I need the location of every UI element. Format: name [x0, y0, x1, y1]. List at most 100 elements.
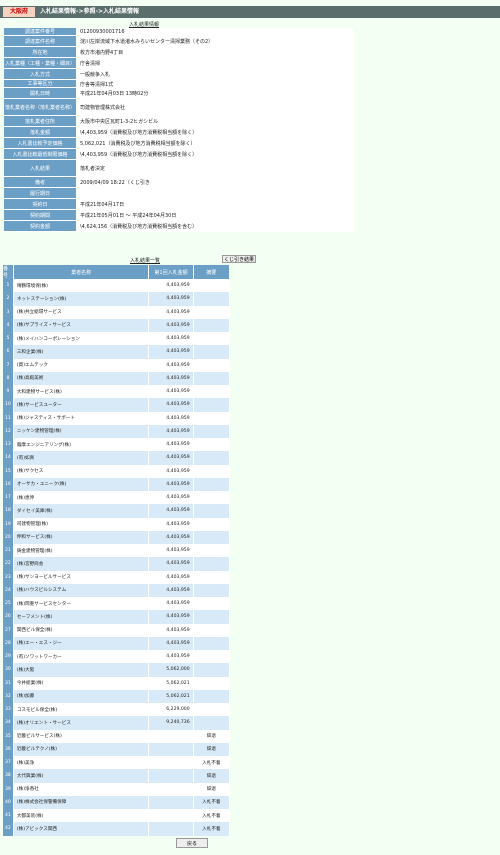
- bid-amount: 4,403,959: [149, 451, 194, 465]
- company-name: オーサカ・ユニーク(株): [13, 477, 150, 491]
- info-value: \4,403,959（消費税及び地方消費税相当額を除く）: [76, 149, 354, 160]
- row-number: 27: [3, 623, 14, 637]
- company-name: ニッケン建物管理(株): [13, 424, 150, 438]
- company-name: (株)浄香社: [13, 782, 150, 796]
- info-value: 司建物管理株式会社: [76, 99, 354, 116]
- table-row: 21 鋳金建物管理(株) 4,403,959: [3, 544, 230, 558]
- row-number: 29: [3, 650, 14, 664]
- company-name: セーフメント(株): [13, 610, 150, 624]
- table-row: 26 セーフメント(株) 4,403,959: [3, 610, 230, 624]
- bid-amount: 5,062,000: [149, 663, 194, 677]
- info-row: 入札書比較予定価格 5,062,021（消費税及び地方消費税相当額を除く）: [4, 138, 354, 149]
- remarks: 入札不着: [193, 756, 230, 770]
- bid-amount: 4,403,959: [149, 557, 194, 571]
- results-title: 入札結果一覧: [130, 258, 161, 264]
- remarks: [193, 650, 230, 664]
- bid-amount: 5,062,021: [149, 689, 194, 703]
- row-number: 4: [3, 318, 14, 332]
- remarks: 辞退: [193, 782, 230, 796]
- remarks: [193, 398, 230, 412]
- company-name: 薩摩エンジニアリング(株): [13, 438, 150, 452]
- remarks: [193, 477, 230, 491]
- info-row: 所在地 枚方市渚内野4丁目: [4, 47, 354, 58]
- bid-amount: 4,403,959: [149, 570, 194, 584]
- remarks: [193, 332, 230, 346]
- back-button[interactable]: 戻る: [176, 838, 208, 848]
- row-number: 39: [3, 782, 14, 796]
- company-name: 関西ビル保全(株): [13, 623, 150, 637]
- row-number: 36: [3, 742, 14, 756]
- company-name: (有)如真: [13, 451, 150, 465]
- remarks: [193, 676, 230, 690]
- remarks: 入札不着: [193, 822, 230, 836]
- company-name: 今井総業(株): [13, 676, 150, 690]
- company-name: (株)ジャスティス・サポート: [13, 411, 150, 425]
- table-row: 40 (株)株式会社保警備保障 入札不着: [3, 795, 230, 809]
- bid-amount: 4,403,959: [149, 504, 194, 518]
- remarks: [193, 358, 230, 372]
- table-row: 36 近畿ビルテクノ(株) 辞退: [3, 742, 230, 756]
- info-row: 落札業者名称（落札業者名称） 司建物管理株式会社: [4, 99, 354, 116]
- table-row: 1 晴鶴環境保(株) 4,403,959: [3, 279, 230, 293]
- info-label: 入札書比較予定価格: [4, 138, 76, 149]
- info-row: 調達案件名称 淀川左岸流域下水道渚水みらいセンター清掃業務（その2）: [4, 36, 354, 47]
- info-value: 2009/04/09 18:22（くじ引き: [76, 177, 354, 188]
- info-label: 入札結果: [4, 160, 76, 177]
- table-row: 14 (有)如真 4,403,959: [3, 451, 230, 465]
- lottery-result-button[interactable]: くじ引き結果: [222, 255, 256, 263]
- bid-amount: 4,403,959: [149, 438, 194, 452]
- row-number: 25: [3, 597, 14, 611]
- bid-amount: 4,403,959: [149, 358, 194, 372]
- bid-amount: 4,403,959: [149, 398, 194, 412]
- bid-amount: 4,403,959: [149, 318, 194, 332]
- row-number: 5: [3, 332, 14, 346]
- row-number: 32: [3, 689, 14, 703]
- company-name: (株)岡重サービスセンター: [13, 597, 150, 611]
- results-table: 番号 業者名称 第1回入札金額 摘要 1 晴鶴環境保(株) 4,403,959 2 ネッ…: [3, 265, 230, 836]
- bid-amount: 4,403,959: [149, 332, 194, 346]
- table-row: 11 (株)ジャスティス・サポート 4,403,959: [3, 411, 230, 425]
- info-table: 調達案件番号 01200930001716 調達案件名称 淀川左岸流域下水道渚水みらい…: [4, 28, 354, 232]
- remarks: [193, 636, 230, 650]
- company-name: 近畿ビルテクノ(株): [13, 742, 150, 756]
- remarks: 辞退: [193, 769, 230, 783]
- table-row: 34 (株)オリエント・サービス 9,240,736: [3, 716, 230, 730]
- column-header-number: 番号: [3, 265, 14, 279]
- table-row: 38 大代興業(株) 辞退: [3, 769, 230, 783]
- company-name: (株)株式会社保警備保障: [13, 795, 150, 809]
- info-label: 落札業者名称（落札業者名称）: [4, 99, 76, 116]
- company-name: (株)高殿美術: [13, 371, 150, 385]
- info-row: 履行期日: [4, 188, 354, 199]
- table-row: 2 ネットステーション(株) 4,403,959: [3, 292, 230, 306]
- table-row: 20 伸和サービス(株) 4,403,959: [3, 530, 230, 544]
- bid-amount: 4,403,959: [149, 623, 194, 637]
- info-label: 開札日時: [4, 88, 76, 99]
- bid-amount: 9,240,736: [149, 716, 194, 730]
- row-number: 3: [3, 305, 14, 319]
- row-number: 1: [3, 279, 14, 293]
- info-label: 契約日: [4, 199, 76, 210]
- remarks: [193, 530, 230, 544]
- table-row: 37 (株)美浄 入札不着: [3, 756, 230, 770]
- remarks: [193, 438, 230, 452]
- info-row: 入札結果 落札者決定: [4, 160, 354, 177]
- company-name: 司建物管理(株): [13, 517, 150, 531]
- table-row: 9 大和建物サービス(株) 4,403,959: [3, 385, 230, 399]
- remarks: [193, 517, 230, 531]
- company-name: (株)宮野商会: [13, 557, 150, 571]
- bid-amount: 6,229,000: [149, 703, 194, 717]
- company-name: 大代興業(株): [13, 769, 150, 783]
- table-row: 39 (株)浄香社 辞退: [3, 782, 230, 796]
- info-value: 落札者決定: [76, 160, 354, 177]
- row-number: 23: [3, 570, 14, 584]
- company-name: (株)サプライズ・サービス: [13, 318, 150, 332]
- company-name: (資)エムテック: [13, 358, 150, 372]
- remarks: [193, 544, 230, 558]
- info-label: 落札業者住所: [4, 116, 76, 127]
- info-value: \4,403,959（消費税及び地方消費税相当額を除く）: [76, 127, 354, 138]
- bid-amount: 4,403,959: [149, 491, 194, 505]
- info-row: 契約期間 平成21年05月01日 ～ 平成24年04月30日: [4, 210, 354, 221]
- bid-amount: [149, 769, 194, 783]
- remarks: [193, 345, 230, 359]
- row-number: 17: [3, 491, 14, 505]
